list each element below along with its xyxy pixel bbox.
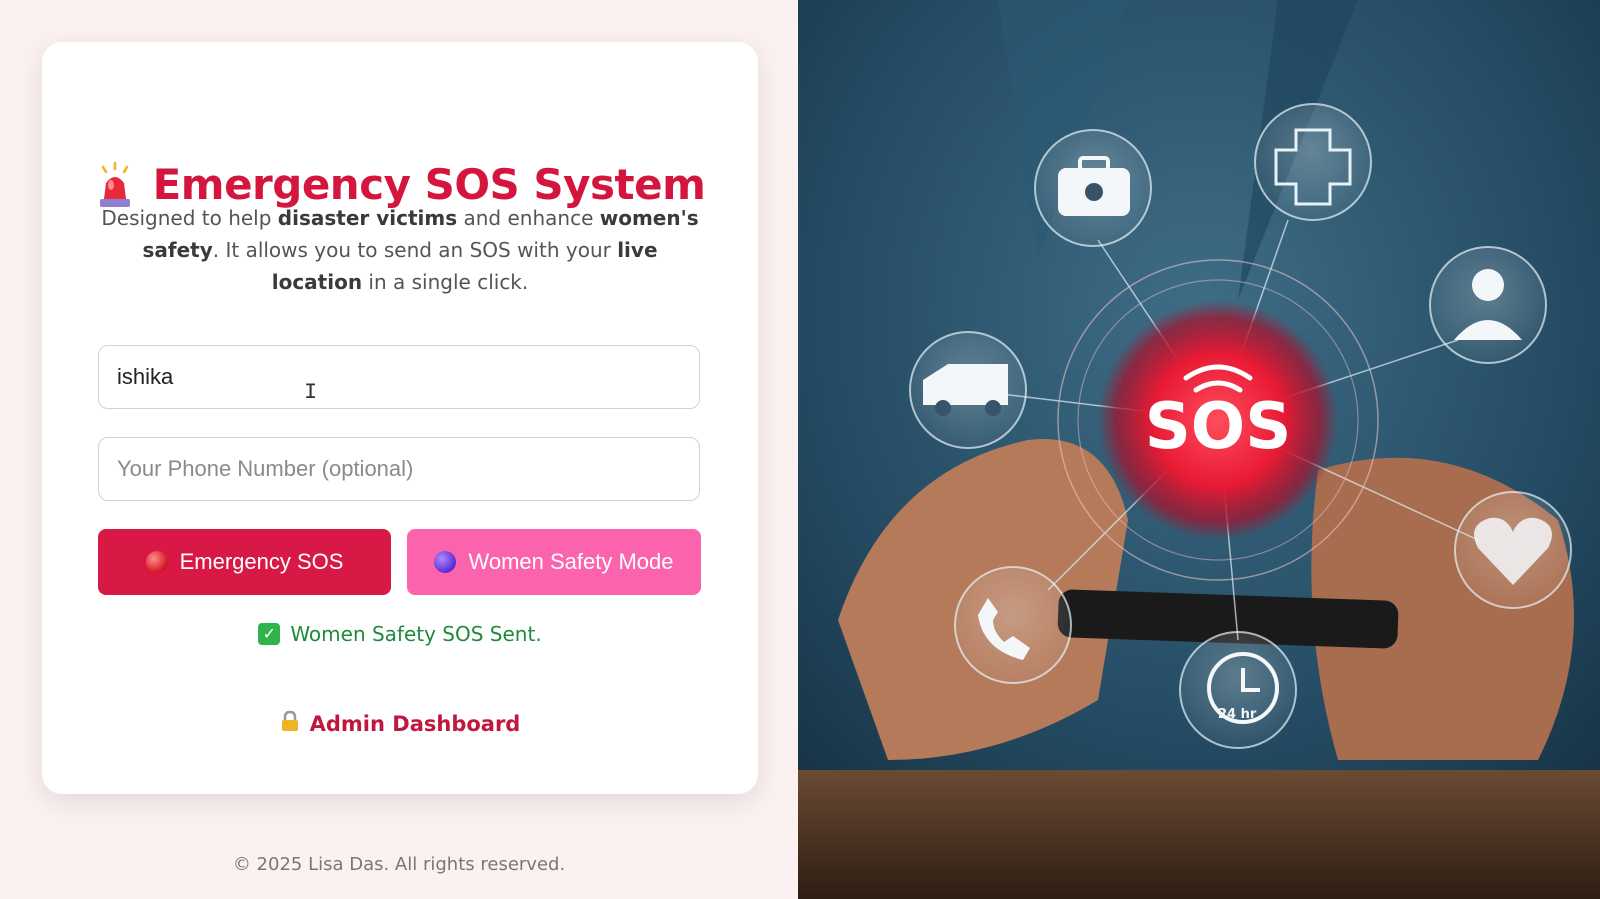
footer-copyright: © 2025 Lisa Das. All rights reserved. <box>232 854 566 875</box>
description-emphasis: disaster victims <box>277 206 458 230</box>
description-text: in a single click. <box>362 270 529 294</box>
left-panel: Emergency SOS System Designed to help di… <box>0 0 798 899</box>
purple-circle-icon <box>434 551 457 573</box>
status-text: Women Safety SOS Sent. <box>290 622 542 646</box>
women-safety-label: Women Safety Mode <box>468 549 674 574</box>
check-mark-icon: ✓ <box>258 623 281 645</box>
emergency-sos-label: Emergency SOS <box>179 549 344 574</box>
medical-kit-icon <box>1034 129 1152 247</box>
phone-call-icon <box>954 566 1072 684</box>
doctor-icon <box>1429 246 1547 364</box>
phone-input[interactable] <box>98 437 700 501</box>
sos-card: Emergency SOS System Designed to help di… <box>42 42 758 794</box>
text-cursor-icon: I <box>304 380 318 405</box>
sos-badge-text: SOS <box>1145 390 1292 464</box>
red-circle-icon <box>145 551 168 573</box>
admin-dashboard-label: Admin Dashboard <box>309 711 521 736</box>
emergency-sos-button[interactable]: Emergency SOS <box>98 529 391 595</box>
status-message: ✓ Women Safety SOS Sent. <box>42 622 758 646</box>
description-text: Designed to help <box>101 206 278 230</box>
ambulance-icon <box>909 331 1027 449</box>
heart-icon <box>1454 491 1572 609</box>
name-input[interactable] <box>98 345 700 409</box>
lock-icon <box>280 710 300 737</box>
description-text: . It allows you to send an SOS with your <box>212 238 618 262</box>
clock-label: 24 hr <box>1218 707 1257 722</box>
medical-cross-icon <box>1254 103 1372 221</box>
clock-24hr-icon: 24 hr <box>1179 631 1297 749</box>
description-text: and enhance <box>457 206 600 230</box>
women-safety-mode-button[interactable]: Women Safety Mode <box>407 529 701 595</box>
hero-image: SOS 24 hr <box>798 0 1600 899</box>
admin-dashboard-link[interactable]: Admin Dashboard <box>42 710 758 737</box>
description: Designed to help disaster victims and en… <box>98 202 702 298</box>
